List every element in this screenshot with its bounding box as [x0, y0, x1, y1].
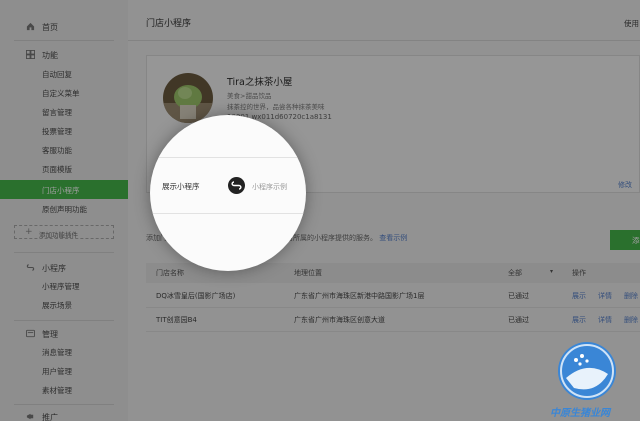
- location-cell: 广东省广州市海珠区创意大道: [294, 316, 385, 324]
- status-cell: 已通过: [508, 316, 529, 324]
- sidebar-section-features: 功能: [0, 45, 128, 65]
- divider: [14, 320, 114, 321]
- sidebar-item-label: 留言管理: [42, 108, 72, 117]
- sidebar-item-label: 自定义菜单: [42, 89, 80, 98]
- sidebar-section-manage: 管理: [0, 324, 128, 344]
- sidebar-item-users[interactable]: 用户管理: [0, 361, 128, 380]
- section-label: 管理: [42, 330, 58, 339]
- plus-icon: +: [25, 227, 33, 237]
- view-example-link[interactable]: 查看示例: [379, 234, 407, 242]
- delete-action[interactable]: 删除: [624, 291, 638, 301]
- table-row: DQ冰雪皇后(国影广场店) 广东省广州市海珠区新港中路国影广场1层 已通过 展示…: [146, 283, 640, 308]
- sidebar-section-mini-program: 小程序: [0, 258, 128, 278]
- detail-action[interactable]: 详情: [598, 315, 612, 325]
- home-icon: [26, 22, 35, 31]
- watermark-text: 中原生猪业网: [550, 408, 610, 419]
- store-name-cell: TIT创意园B4: [156, 316, 197, 324]
- sidebar-item-label: 首页: [42, 23, 58, 32]
- mini-program-icon: [228, 177, 245, 194]
- watermark-logo: 中原生猪业网: [548, 340, 638, 421]
- divider: [14, 404, 114, 405]
- sidebar-item-customer-service[interactable]: 客服功能: [0, 140, 128, 159]
- sidebar: 首页 功能 自动回复 自定义菜单 留言管理 投票管理 客服功能 页面模版 门店小…: [0, 0, 129, 421]
- megaphone-icon: [26, 413, 34, 420]
- sidebar-item-label: 素材管理: [42, 386, 72, 395]
- page-title: 门店小程序: [146, 19, 192, 29]
- app-window: 首页 功能 自动回复 自定义菜单 留言管理 投票管理 客服功能 页面模版 门店小…: [0, 0, 640, 421]
- sidebar-item-label: 原创声明功能: [42, 205, 87, 214]
- grid-icon: [26, 50, 35, 59]
- sidebar-item-auto-reply[interactable]: 自动回复: [0, 64, 128, 83]
- section-label: 功能: [42, 51, 58, 60]
- show-action[interactable]: 展示: [572, 315, 586, 325]
- sidebar-item-page-templates[interactable]: 页面模版: [0, 159, 128, 178]
- modify-link[interactable]: 修改: [618, 180, 632, 190]
- store-description: 抹茶控的世界，品尝各种抹茶美味: [227, 103, 325, 111]
- divider: [128, 40, 640, 41]
- sidebar-item-votes[interactable]: 投票管理: [0, 121, 128, 140]
- column-header: 操作: [572, 269, 586, 277]
- detail-action[interactable]: 详情: [598, 291, 612, 301]
- divider: [150, 157, 306, 158]
- sidebar-item-messages[interactable]: 消息管理: [0, 342, 128, 361]
- sidebar-item-label: 消息管理: [42, 348, 72, 357]
- section-label: 小程序: [42, 264, 66, 273]
- divider: [150, 213, 306, 214]
- sidebar-item-home[interactable]: 首页: [0, 17, 128, 37]
- showcase-label: 展示小程序: [162, 182, 200, 191]
- divider: [14, 40, 114, 41]
- sidebar-item-label: 门店小程序: [42, 186, 80, 195]
- add-store-button[interactable]: 添: [610, 230, 640, 250]
- sidebar-item-custom-menu[interactable]: 自定义菜单: [0, 83, 128, 102]
- sidebar-item-mini-program-manage[interactable]: 小程序管理: [0, 276, 128, 295]
- manage-icon: [26, 329, 35, 338]
- store-name-cell: DQ冰雪皇后(国影广场店): [156, 292, 236, 300]
- sidebar-item-materials[interactable]: 素材管理: [0, 380, 128, 399]
- store-category: 美食>甜品饮品: [227, 92, 272, 100]
- store-name: Tira之抹茶小屋: [227, 77, 293, 88]
- divider: [14, 252, 114, 253]
- header-link[interactable]: 使用: [624, 18, 639, 29]
- showcase-placeholder[interactable]: 小程序示例: [252, 182, 287, 192]
- column-header: 地理位置: [294, 269, 322, 277]
- add-plugin-label: 添加功能插件: [39, 231, 78, 239]
- sidebar-item-display-scenes[interactable]: 展示场景: [0, 295, 128, 314]
- status-cell: 已通过: [508, 292, 529, 300]
- add-plugin-button[interactable]: + 添加功能插件: [14, 225, 114, 239]
- status-filter[interactable]: 全部 ▾: [508, 268, 553, 278]
- status-filter-label: 全部: [508, 269, 522, 277]
- column-header: 门店名称: [156, 269, 184, 277]
- avatar-image: [163, 73, 213, 123]
- sidebar-item-label: 页面模版: [42, 165, 72, 174]
- sidebar-item-label: 小程序管理: [42, 282, 80, 291]
- sidebar-item-label: 展示场景: [42, 301, 72, 310]
- watermark-icon: [558, 342, 616, 400]
- sidebar-item-store-mini-program[interactable]: 门店小程序: [0, 180, 128, 199]
- delete-action[interactable]: 删除: [624, 315, 638, 325]
- mini-program-icon: [26, 264, 35, 271]
- sidebar-item-original-declaration[interactable]: 原创声明功能: [0, 199, 128, 218]
- sidebar-item-label: 客服功能: [42, 146, 72, 155]
- sidebar-item-label: 自动回复: [42, 70, 72, 79]
- sidebar-section-promote: 推广: [0, 407, 128, 421]
- sidebar-item-comments[interactable]: 留言管理: [0, 102, 128, 121]
- show-action[interactable]: 展示: [572, 291, 586, 301]
- chevron-down-icon: ▾: [550, 268, 554, 275]
- section-label: 推广: [42, 413, 58, 421]
- table-row: TIT创意园B4 广东省广州市海珠区创意大道 已通过 展示 详情 删除: [146, 307, 640, 332]
- add-store-label: 添: [632, 236, 640, 245]
- location-cell: 广东省广州市海珠区新港中路国影广场1层: [294, 292, 425, 300]
- magnifier-highlight: 展示小程序 小程序示例: [150, 115, 306, 271]
- store-avatar: [163, 73, 213, 123]
- sidebar-item-label: 投票管理: [42, 127, 72, 136]
- sidebar-item-label: 用户管理: [42, 367, 72, 376]
